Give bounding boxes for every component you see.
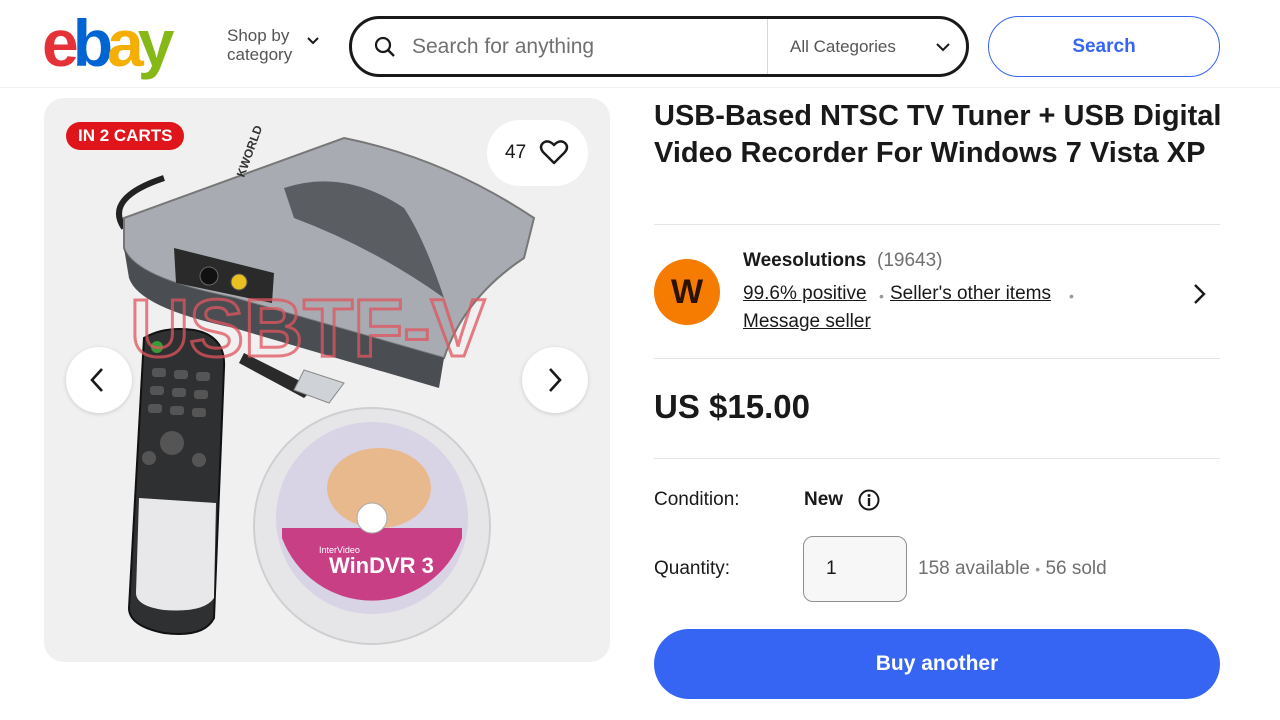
in-carts-badge: IN 2 CARTS [66, 122, 185, 150]
logo-letter-a: a [107, 6, 144, 80]
price: US $15.00 [654, 388, 810, 425]
logo-letter-b: b [72, 6, 113, 80]
sold-count: 56 sold [1045, 558, 1107, 579]
header: ebay Shop by category All Categories Sea… [0, 0, 1280, 88]
search-input[interactable] [412, 31, 762, 63]
next-image-button[interactable] [522, 347, 588, 413]
separator-dot: • [1035, 561, 1041, 577]
watch-button[interactable]: 47 [487, 120, 588, 186]
chevron-right-icon[interactable] [1190, 283, 1208, 305]
chevron-left-icon [90, 368, 103, 392]
condition-label: Condition: [654, 489, 740, 510]
quantity-input[interactable] [803, 536, 907, 602]
seller-name[interactable]: Weesolutions [743, 250, 866, 272]
quantity-label: Quantity: [654, 558, 731, 579]
shop-by-category-button[interactable]: Shop by category [227, 26, 319, 64]
shop-by-label-line1: Shop by [227, 26, 290, 45]
disc-title-text: WinDVR 3 [329, 553, 434, 578]
watch-count: 47 [505, 142, 527, 163]
chevron-down-icon [936, 43, 950, 52]
search-bar: All Categories [349, 16, 969, 77]
seller-feedback-count: (19643) [877, 250, 943, 271]
seller-avatar[interactable]: W [654, 259, 720, 325]
logo-letter-y: y [137, 6, 175, 80]
available-count: 158 available [918, 558, 1030, 579]
search-button[interactable]: Search [988, 16, 1220, 77]
chevron-down-icon [307, 37, 319, 45]
seller-other-items-link[interactable]: Seller's other items [890, 283, 1051, 305]
watermark-text: USBTF-V [130, 283, 486, 374]
heart-icon [539, 140, 569, 165]
chevron-right-icon [549, 368, 562, 392]
logo-letter-e: e [42, 6, 79, 80]
search-divider [767, 19, 768, 74]
buy-another-button[interactable]: Buy another [654, 629, 1220, 699]
listing-title: USB-Based NTSC TV Tuner + USB Digital Vi… [654, 100, 1222, 169]
availability-text: 158 available • 56 sold [918, 558, 1107, 580]
product-image-gallery[interactable]: InterVideo WinDVR 3 KWORLD USBTF-V IN 2 … [44, 98, 610, 662]
message-seller-link[interactable]: Message seller [743, 311, 871, 333]
divider [654, 224, 1220, 225]
search-icon [374, 36, 395, 57]
previous-image-button[interactable] [66, 347, 132, 413]
divider [654, 358, 1220, 359]
divider [654, 458, 1220, 459]
category-select[interactable]: All Categories [790, 37, 896, 57]
ebay-logo[interactable]: ebay [42, 6, 175, 80]
shop-by-label-line2: category [227, 45, 293, 64]
seller-positive-link[interactable]: 99.6% positive [743, 283, 867, 305]
condition-value: New [804, 489, 844, 510]
separator-dot: • [1069, 288, 1074, 304]
info-icon[interactable] [858, 489, 880, 511]
separator-dot: • [879, 288, 884, 304]
